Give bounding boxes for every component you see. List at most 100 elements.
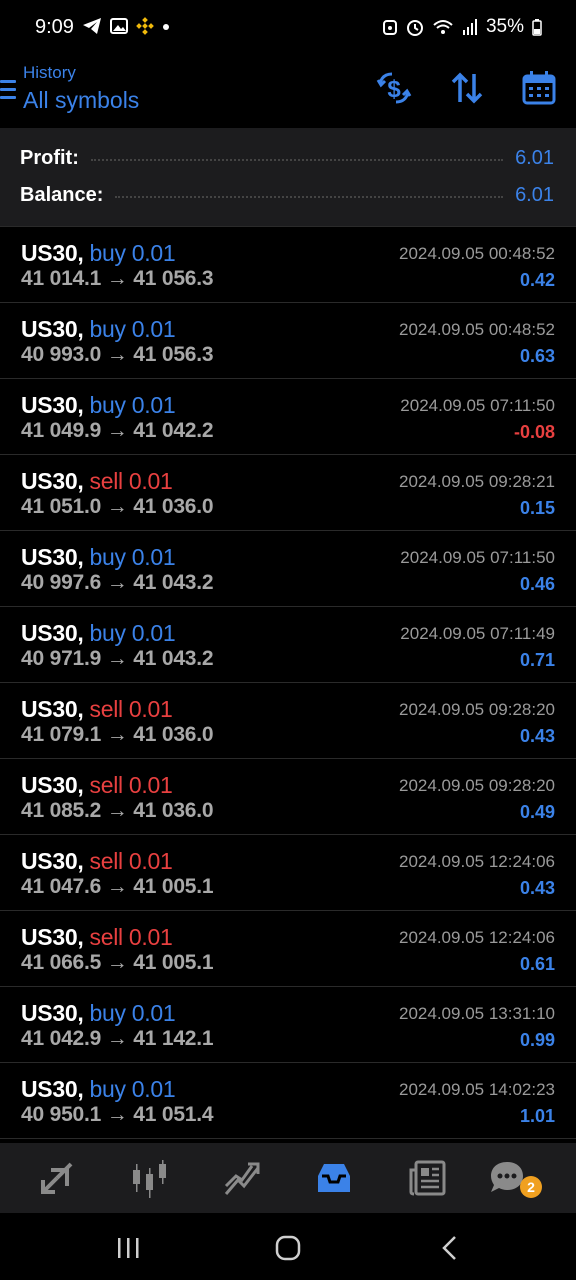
trade-symbol: US30, — [21, 1000, 84, 1026]
trade-symbol-line: US30, buy 0.01 — [21, 1000, 176, 1027]
close-price: 41 056.3 — [133, 267, 214, 290]
trade-side: sell 0.01 — [89, 468, 173, 494]
trade-prices: 41 049.9 → 41 042.2 — [21, 419, 214, 443]
trade-symbol-line: US30, buy 0.01 — [21, 1076, 176, 1103]
trade-symbol-line: US30, sell 0.01 — [21, 924, 173, 951]
home-icon[interactable] — [273, 1235, 303, 1261]
trade-list: US30, buy 0.01 41 014.1 → 41 056.3 2024.09… — [0, 226, 576, 1139]
close-price: 41 036.0 — [133, 799, 214, 822]
dot-icon — [163, 24, 169, 30]
symbol-filter[interactable]: All symbols — [23, 87, 139, 114]
trade-row[interactable]: US30, sell 0.01 41 051.0 → 41 036.0 2024.0… — [0, 454, 576, 530]
arrow-icon: → — [106, 799, 128, 822]
trade-profit: 0.42 — [519, 270, 555, 290]
leader-dots — [90, 159, 504, 161]
trade-side: buy 0.01 — [89, 1000, 176, 1026]
trade-row[interactable]: US30, sell 0.01 41 085.2 → 41 036.0 2024.0… — [0, 758, 576, 834]
trade-row[interactable]: US30, buy 0.01 40 950.1 → 41 051.4 2024.09… — [0, 1062, 576, 1139]
trade-prices: 41 051.0 → 41 036.0 — [21, 495, 214, 519]
open-price: 41 085.2 — [21, 799, 102, 822]
arrow-icon: → — [106, 419, 128, 442]
trade-symbol: US30, — [21, 772, 84, 798]
trade-profit: 0.99 — [519, 1030, 555, 1050]
trade-row[interactable]: US30, sell 0.01 41 047.6 → 41 005.1 2024.0… — [0, 834, 576, 910]
system-nav-bar — [0, 1213, 576, 1280]
wifi-icon — [433, 20, 453, 34]
trade-side: sell 0.01 — [89, 772, 173, 798]
menu-icon[interactable] — [0, 80, 16, 100]
trade-profit: 0.15 — [519, 498, 555, 518]
trade-symbol-line: US30, buy 0.01 — [21, 316, 176, 343]
trade-time: 2024.09.05 13:31:10 — [399, 1004, 555, 1023]
trade-side: buy 0.01 — [89, 316, 176, 342]
trade-prices: 40 997.6 → 41 043.2 — [21, 571, 214, 595]
trade-row[interactable]: US30, buy 0.01 41 014.1 → 41 056.3 2024.09… — [0, 226, 576, 302]
recent-apps-icon[interactable] — [113, 1235, 143, 1261]
trade-time: 2024.09.05 07:11:50 — [400, 396, 555, 415]
open-price: 40 971.9 — [21, 647, 102, 670]
calendar-icon[interactable] — [521, 70, 557, 106]
arrow-icon: → — [106, 343, 128, 366]
trade-profit: 0.63 — [519, 346, 555, 366]
trade-row[interactable]: US30, sell 0.01 41 066.5 → 41 005.1 2024.0… — [0, 910, 576, 986]
trade-prices: 41 066.5 → 41 005.1 — [21, 951, 214, 975]
close-price: 41 056.3 — [133, 343, 214, 366]
trade-profit: 0.43 — [519, 878, 555, 898]
chart-icon[interactable] — [130, 1158, 170, 1198]
open-price: 41 014.1 — [21, 267, 102, 290]
trade-side: buy 0.01 — [89, 240, 176, 266]
page-title: History — [23, 63, 76, 82]
app-header: History All symbols $ — [0, 58, 576, 128]
trade-row[interactable]: US30, buy 0.01 40 993.0 → 41 056.3 2024.09… — [0, 302, 576, 378]
trade-symbol: US30, — [21, 392, 84, 418]
trade-prices: 41 047.6 → 41 005.1 — [21, 875, 214, 899]
leader-dots — [115, 196, 504, 198]
trade-prices: 41 079.1 → 41 036.0 — [21, 723, 214, 747]
currency-exchange-icon[interactable]: $ — [376, 70, 412, 106]
trade-row[interactable]: US30, buy 0.01 41 049.9 → 41 042.2 2024.09… — [0, 378, 576, 454]
arrow-icon: → — [106, 571, 128, 594]
quotes-icon[interactable] — [37, 1158, 77, 1198]
trade-row[interactable]: US30, buy 0.01 40 971.9 → 41 043.2 2024.09… — [0, 606, 576, 682]
trade-icon[interactable] — [222, 1158, 262, 1198]
trade-row[interactable]: US30, buy 0.01 41 042.9 → 41 142.1 2024.09… — [0, 986, 576, 1062]
trade-prices: 41 014.1 → 41 056.3 — [21, 267, 214, 291]
arrow-icon: → — [106, 875, 128, 898]
arrow-icon: → — [106, 1027, 128, 1050]
trade-symbol: US30, — [21, 316, 84, 342]
sort-icon[interactable] — [449, 70, 485, 106]
trade-symbol: US30, — [21, 240, 84, 266]
status-icons-left — [82, 17, 170, 35]
balance-label: Balance: — [20, 183, 104, 206]
arrow-icon: → — [106, 951, 128, 974]
trade-side: sell 0.01 — [89, 848, 173, 874]
history-icon[interactable] — [314, 1158, 354, 1198]
battery-percent: 35% — [485, 16, 524, 37]
svg-text:$: $ — [387, 76, 401, 103]
trade-symbol: US30, — [21, 848, 84, 874]
news-icon[interactable] — [408, 1158, 448, 1198]
trade-prices: 40 993.0 → 41 056.3 — [21, 343, 214, 367]
trade-row[interactable]: US30, sell 0.01 41 079.1 → 41 036.0 2024.0… — [0, 682, 576, 758]
arrow-icon: → — [106, 723, 128, 746]
trade-symbol-line: US30, sell 0.01 — [21, 772, 173, 799]
trade-time: 2024.09.05 00:48:52 — [399, 320, 555, 339]
status-icons-right: 35% — [382, 16, 542, 38]
binance-icon — [136, 17, 154, 35]
close-price: 41 142.1 — [133, 1027, 214, 1050]
trade-row[interactable]: US30, buy 0.01 40 997.6 → 41 043.2 2024.09… — [0, 530, 576, 606]
trade-side: buy 0.01 — [89, 392, 176, 418]
close-price: 41 036.0 — [133, 495, 214, 518]
trade-symbol-line: US30, sell 0.01 — [21, 696, 173, 723]
trade-time: 2024.09.05 09:28:21 — [399, 472, 555, 491]
trade-symbol: US30, — [21, 468, 84, 494]
back-icon[interactable] — [435, 1235, 465, 1261]
trade-profit: 0.71 — [519, 650, 555, 670]
trade-side: buy 0.01 — [89, 544, 176, 570]
trade-symbol: US30, — [21, 620, 84, 646]
arrow-icon: → — [106, 267, 128, 290]
trade-symbol-line: US30, buy 0.01 — [21, 240, 176, 267]
open-price: 41 079.1 — [21, 723, 102, 746]
telegram-icon — [83, 18, 101, 34]
trade-symbol: US30, — [21, 696, 84, 722]
